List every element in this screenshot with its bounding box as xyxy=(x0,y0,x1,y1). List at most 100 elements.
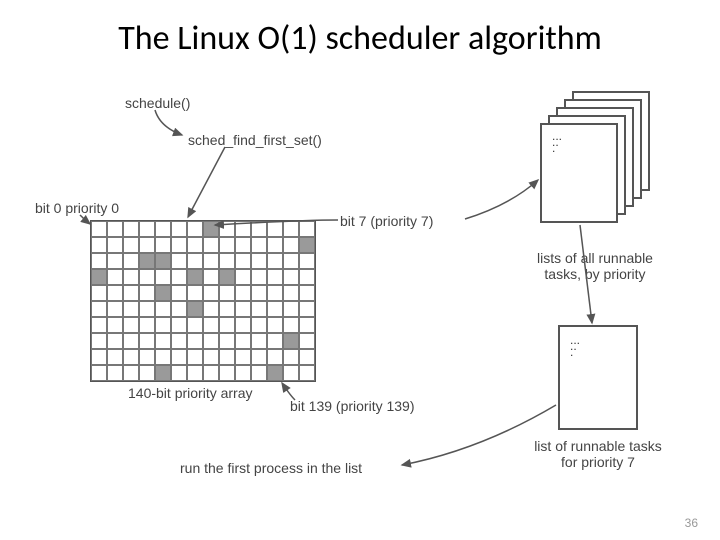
bitmap-cell xyxy=(123,269,139,285)
bitmap-cell xyxy=(235,317,251,333)
bitmap-cell xyxy=(155,301,171,317)
bitmap-cell xyxy=(187,221,203,237)
bitmap-cell xyxy=(203,221,219,237)
bitmap-cell xyxy=(299,301,315,317)
bitmap-cell xyxy=(203,301,219,317)
bitmap-cell xyxy=(299,269,315,285)
bitmap-cell xyxy=(283,333,299,349)
bitmap-cell xyxy=(203,365,219,381)
card-dots: ...... xyxy=(552,133,562,151)
bitmap-cell xyxy=(219,221,235,237)
bitmap-cell xyxy=(187,333,203,349)
bitmap-cell xyxy=(91,317,107,333)
bitmap-cell xyxy=(155,269,171,285)
bitmap-cell xyxy=(139,333,155,349)
bitmap-cell xyxy=(139,301,155,317)
bitmap-cell xyxy=(187,301,203,317)
bitmap-cell xyxy=(123,253,139,269)
priority7-list-card: ...... xyxy=(558,325,638,430)
bitmap-cell xyxy=(123,221,139,237)
bitmap-cell xyxy=(283,253,299,269)
bitmap-cell xyxy=(123,301,139,317)
bitmap-cell xyxy=(187,269,203,285)
bitmap-cell xyxy=(171,237,187,253)
bitmap-cell xyxy=(107,221,123,237)
bitmap-cell xyxy=(219,269,235,285)
runnable-list-card-front: ...... xyxy=(540,123,618,223)
bitmap-cell xyxy=(235,221,251,237)
bitmap-cell xyxy=(299,285,315,301)
bitmap-cell xyxy=(155,221,171,237)
bitmap-cell xyxy=(107,285,123,301)
bitmap-cell xyxy=(91,237,107,253)
bitmap-cell xyxy=(91,269,107,285)
bitmap-cell xyxy=(251,237,267,253)
bitmap-cell xyxy=(267,349,283,365)
bitmap-cell xyxy=(219,285,235,301)
arrow-schedule-to-find xyxy=(155,110,182,135)
arrow-bit7-to-stack xyxy=(465,180,538,219)
bitmap-cell xyxy=(251,269,267,285)
bitmap-cell xyxy=(299,365,315,381)
arrow-find-to-grid xyxy=(188,147,225,217)
bitmap-cell xyxy=(299,333,315,349)
bitmap-cell xyxy=(267,269,283,285)
bitmap-cell xyxy=(267,285,283,301)
bitmap-cell xyxy=(91,285,107,301)
bitmap-cell xyxy=(203,285,219,301)
label-array-caption: 140-bit priority array xyxy=(128,385,253,401)
bitmap-cell xyxy=(267,221,283,237)
bitmap-cell xyxy=(219,253,235,269)
bitmap-cell xyxy=(299,317,315,333)
card-dots: ...... xyxy=(570,337,580,355)
bitmap-cell xyxy=(123,317,139,333)
bitmap-cell xyxy=(139,349,155,365)
bitmap-cell xyxy=(139,269,155,285)
bitmap-cell xyxy=(155,285,171,301)
bitmap-cell xyxy=(123,333,139,349)
bitmap-cell xyxy=(139,237,155,253)
bitmap-cell xyxy=(235,365,251,381)
bitmap-cell xyxy=(219,349,235,365)
arrow-bit0 xyxy=(80,215,90,224)
bitmap-cell xyxy=(107,253,123,269)
bitmap-cell xyxy=(267,301,283,317)
bitmap-cell xyxy=(91,365,107,381)
bitmap-cell xyxy=(251,253,267,269)
bitmap-cell xyxy=(267,317,283,333)
bitmap-cell xyxy=(139,365,155,381)
bitmap-cell xyxy=(283,317,299,333)
bitmap-cell xyxy=(107,237,123,253)
bitmap-cell xyxy=(283,285,299,301)
bitmap-cell xyxy=(139,317,155,333)
bitmap-cell xyxy=(107,349,123,365)
bitmap-cell xyxy=(123,237,139,253)
bitmap-cell xyxy=(187,349,203,365)
bitmap-cell xyxy=(235,237,251,253)
bitmap-cell xyxy=(219,301,235,317)
bitmap-cell xyxy=(203,253,219,269)
bitmap-cell xyxy=(251,301,267,317)
bitmap-cell xyxy=(251,333,267,349)
bitmap-cell xyxy=(123,285,139,301)
bitmap-cell xyxy=(139,285,155,301)
bitmap-cell xyxy=(219,317,235,333)
bitmap-cell xyxy=(219,333,235,349)
bitmap-cell xyxy=(283,221,299,237)
page-number: 36 xyxy=(685,516,698,530)
bitmap-cell xyxy=(107,365,123,381)
bitmap-cell xyxy=(299,253,315,269)
bitmap-cell xyxy=(107,333,123,349)
bitmap-cell xyxy=(187,317,203,333)
bitmap-cell xyxy=(155,365,171,381)
label-run-first: run the first process in the list xyxy=(180,460,362,476)
bitmap-cell xyxy=(251,221,267,237)
bitmap-cell xyxy=(171,317,187,333)
bitmap-cell xyxy=(171,269,187,285)
bitmap-cell xyxy=(155,237,171,253)
bitmap-cell xyxy=(155,317,171,333)
bitmap-cell xyxy=(283,301,299,317)
bitmap-cell xyxy=(155,349,171,365)
bitmap-cell xyxy=(283,349,299,365)
bitmap-cell xyxy=(251,365,267,381)
